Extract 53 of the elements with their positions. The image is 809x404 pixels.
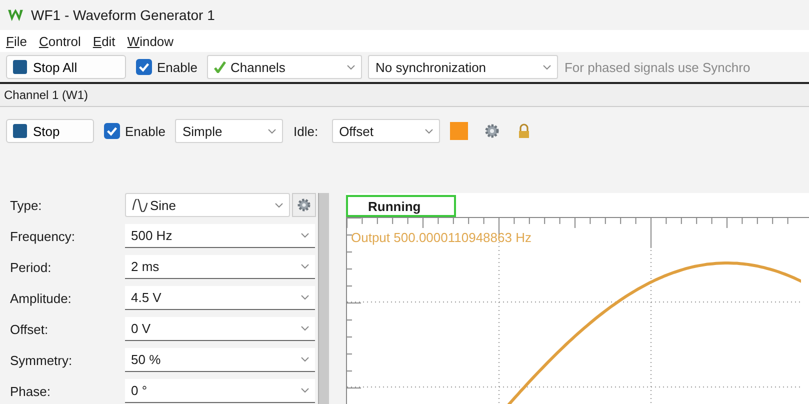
channel-title: Channel 1 (W1) — [4, 88, 88, 102]
parameter-field[interactable]: 0 ° — [125, 379, 315, 403]
enable-label: Enable — [157, 60, 198, 74]
parameter-label: Type: — [10, 198, 43, 212]
window-title: WF1 - Waveform Generator 1 — [31, 7, 215, 23]
enable-label: Enable — [125, 124, 166, 138]
parameter-label: Frequency: — [10, 228, 76, 244]
running-status: Running — [346, 195, 456, 217]
synchronization-hint: For phased signals use Synchro — [564, 60, 750, 74]
color-swatch[interactable] — [450, 122, 468, 140]
gear-icon — [296, 197, 312, 213]
chevron-down-icon — [301, 357, 309, 362]
gear-icon[interactable] — [484, 123, 500, 139]
chevron-down-icon — [301, 295, 309, 300]
splitter-handle[interactable] — [318, 193, 329, 404]
check-mark-icon — [214, 61, 226, 73]
parameter-label: Phase: — [10, 384, 52, 398]
type-dropdown[interactable]: Sine — [125, 193, 290, 217]
parameter-field[interactable]: 0 V — [125, 317, 315, 341]
menu-item[interactable]: Edit — [92, 34, 116, 48]
stop-all-button[interactable]: Stop All — [6, 55, 126, 79]
enable-checkbox[interactable] — [104, 123, 120, 139]
idle-label: Idle: — [292, 124, 320, 138]
idle-dropdown[interactable]: Offset — [332, 119, 440, 143]
menu-item[interactable]: File — [6, 34, 27, 48]
chevron-down-icon — [347, 64, 356, 70]
chevron-down-icon — [268, 128, 276, 134]
parameter-label: Amplitude: — [10, 290, 72, 306]
parameter-label: Symmetry: — [10, 352, 74, 368]
chevron-down-icon — [275, 202, 283, 208]
frequency-readout: Output 500.0000110948863 Hz — [351, 230, 532, 245]
chevron-down-icon — [543, 64, 552, 70]
channels-dropdown[interactable]: Channels — [207, 55, 362, 79]
mode-dropdown[interactable]: Simple — [175, 119, 284, 143]
chevron-down-icon — [301, 264, 309, 269]
parameter-field[interactable]: 50 % — [125, 348, 315, 372]
parameter-label: Period: — [10, 260, 52, 274]
parameter-field[interactable]: 500 Hz — [125, 224, 315, 248]
stop-button[interactable]: Stop — [6, 119, 94, 143]
sine-wave-icon — [132, 198, 148, 212]
parameter-field[interactable]: 2 ms — [125, 255, 315, 279]
chevron-down-icon — [301, 326, 309, 331]
parameter-label: Offset: — [10, 322, 50, 336]
menu-item[interactable]: Control — [38, 34, 81, 48]
chevron-down-icon — [301, 388, 309, 393]
chevron-down-icon — [425, 128, 434, 134]
parameter-field[interactable]: 4.5 V — [125, 286, 315, 310]
chevron-down-icon — [301, 233, 309, 238]
app-logo-icon — [8, 8, 23, 22]
enable-checkbox[interactable] — [136, 59, 152, 75]
synchronization-dropdown[interactable]: No synchronization — [368, 55, 558, 79]
settings-button[interactable] — [292, 193, 316, 217]
menu-item[interactable]: Window — [127, 34, 174, 48]
